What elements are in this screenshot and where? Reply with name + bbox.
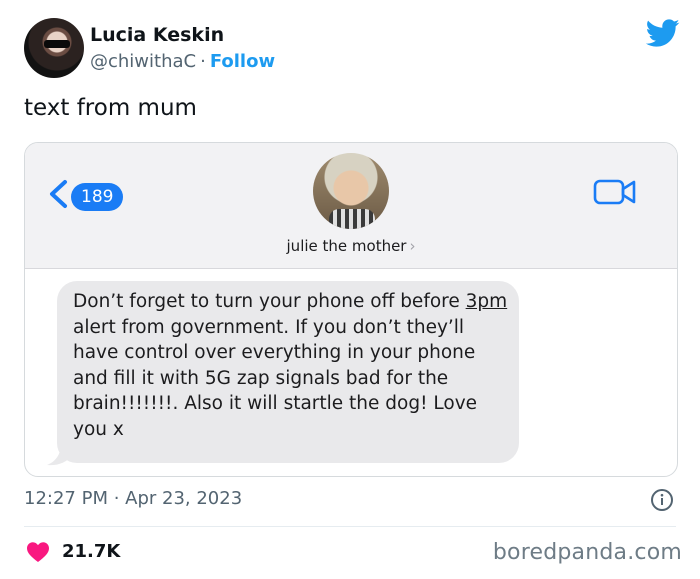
- like-count[interactable]: 21.7K: [62, 541, 120, 562]
- info-icon[interactable]: [650, 488, 674, 512]
- bubble-tail: [47, 443, 73, 466]
- heart-icon[interactable]: [26, 541, 50, 563]
- message-text-pre: Don’t forget to turn your phone off befo…: [73, 291, 466, 312]
- contact-name-row[interactable]: julie the mother ›: [25, 237, 677, 255]
- author-handle[interactable]: @chiwithaC: [90, 51, 196, 72]
- tweet-text: text from mum: [24, 95, 197, 121]
- imessage-header: 189 julie the mother ›: [25, 143, 677, 269]
- unread-count-badge[interactable]: 189: [71, 183, 124, 211]
- follow-button[interactable]: Follow: [210, 51, 275, 72]
- author-name[interactable]: Lucia Keskin: [90, 24, 224, 46]
- twitter-bird-icon[interactable]: [646, 16, 680, 50]
- embedded-screenshot[interactable]: 189 julie the mother › Don’t forget to tu…: [24, 142, 678, 477]
- message-text: Don’t forget to turn your phone off befo…: [73, 289, 513, 443]
- message-text-link[interactable]: 3pm: [466, 291, 508, 312]
- contact-avatar[interactable]: [313, 153, 389, 229]
- author-handle-row: @chiwithaC · Follow: [90, 51, 275, 72]
- author-avatar[interactable]: [24, 18, 84, 78]
- footer-divider: [24, 526, 676, 527]
- contact-name: julie the mother: [286, 237, 407, 255]
- tweet-timestamp[interactable]: 12:27 PM · Apr 23, 2023: [24, 488, 242, 509]
- contact-chevron-icon: ›: [409, 237, 416, 255]
- message-text-post: alert from government. If you don’t they…: [73, 316, 478, 440]
- watermark: boredpanda.com: [492, 540, 682, 565]
- handle-separator: ·: [200, 51, 206, 72]
- chevron-left-icon[interactable]: [47, 179, 69, 209]
- video-camera-icon[interactable]: [593, 177, 637, 207]
